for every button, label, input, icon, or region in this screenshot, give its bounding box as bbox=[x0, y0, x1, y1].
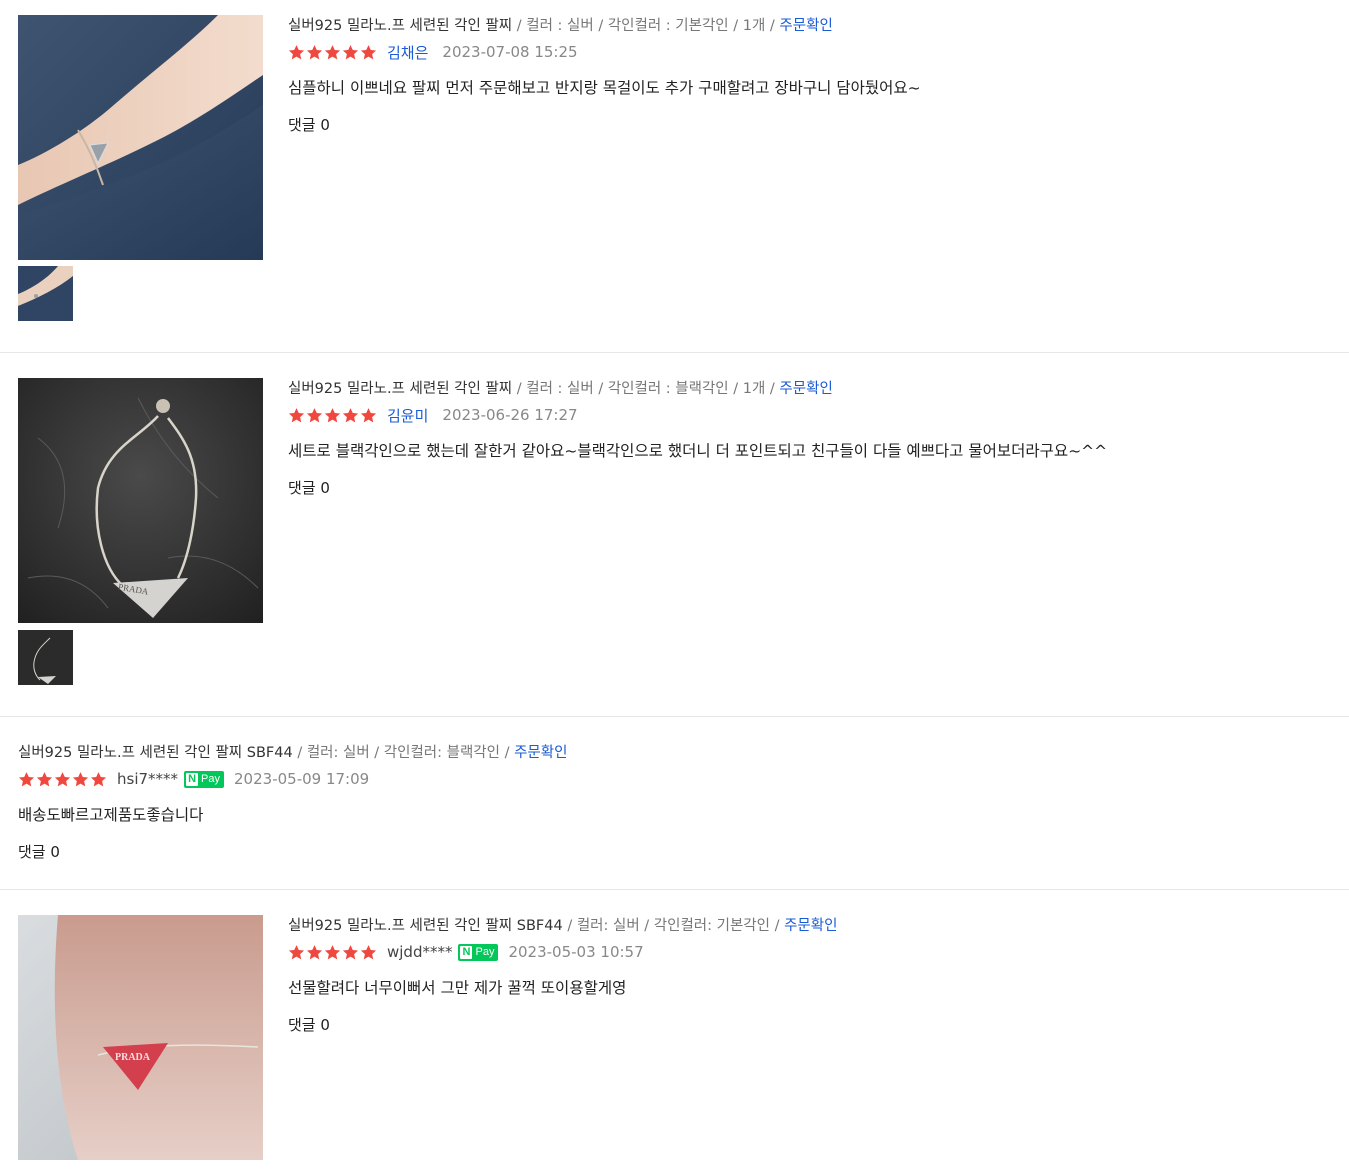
comment-count-link[interactable]: 댓글 0 bbox=[288, 477, 330, 499]
review-date: 2023-06-26 17:27 bbox=[442, 406, 578, 424]
star-icon bbox=[342, 44, 359, 59]
reviewer-name: wjdd**** bbox=[387, 943, 453, 961]
star-icon bbox=[360, 944, 377, 959]
star-icon bbox=[324, 44, 341, 59]
review-divider bbox=[0, 716, 1349, 717]
rating-stars bbox=[288, 44, 377, 61]
review-date: 2023-05-09 17:09 bbox=[234, 770, 370, 788]
npay-badge: N Pay bbox=[458, 943, 499, 961]
star-icon bbox=[54, 771, 71, 786]
npay-badge: N Pay bbox=[184, 770, 225, 788]
product-options: 컬러 : 실버 / 각인컬러 : 기본각인 / 1개 bbox=[526, 18, 766, 34]
product-options: 컬러 : 실버 / 각인컬러 : 블랙각인 / 1개 bbox=[526, 381, 766, 397]
star-icon bbox=[306, 44, 323, 59]
star-icon bbox=[288, 944, 305, 959]
star-icon bbox=[288, 407, 305, 422]
product-options: 컬러: 실버 / 각인컬러: 기본각인 bbox=[576, 918, 770, 934]
rating-stars bbox=[18, 771, 107, 788]
star-icon bbox=[18, 771, 35, 786]
star-icon bbox=[324, 944, 341, 959]
npay-label: Pay bbox=[475, 946, 495, 958]
product-name: 실버925 밀라노.프 세련된 각인 팔찌 SBF44 bbox=[288, 918, 563, 934]
comment-count-link[interactable]: 댓글 0 bbox=[288, 1014, 330, 1036]
review-divider bbox=[0, 352, 1349, 353]
review-photo-thumbnail[interactable] bbox=[18, 630, 73, 685]
star-icon bbox=[360, 407, 377, 422]
star-icon bbox=[324, 407, 341, 422]
order-confirm-link[interactable]: 주문확인 bbox=[779, 381, 832, 397]
star-icon bbox=[342, 944, 359, 959]
product-name: 실버925 밀라노.프 세련된 각인 팔찌 bbox=[288, 381, 513, 397]
order-confirm-link[interactable]: 주문확인 bbox=[514, 745, 567, 761]
star-icon bbox=[342, 407, 359, 422]
rating-stars bbox=[288, 944, 377, 961]
comment-count-link[interactable]: 댓글 0 bbox=[288, 114, 330, 136]
comment-count-link[interactable]: 댓글 0 bbox=[18, 841, 60, 863]
star-icon bbox=[90, 771, 107, 786]
photo-stamp-text: PRADA bbox=[115, 1052, 151, 1063]
product-option-line: 실버925 밀라노.프 세련된 각인 팔찌 / 컬러 : 실버 / 각인컬러 :… bbox=[288, 18, 833, 34]
order-confirm-link[interactable]: 주문확인 bbox=[779, 18, 832, 34]
reviewer-name: hsi7**** bbox=[117, 770, 179, 788]
star-icon bbox=[36, 771, 53, 786]
review-photo[interactable]: PRADA bbox=[18, 915, 263, 1160]
review-photo[interactable] bbox=[18, 15, 263, 260]
product-options: 컬러: 실버 / 각인컬러: 블랙각인 bbox=[306, 745, 500, 761]
star-icon bbox=[306, 407, 323, 422]
review-text: 심플하니 이쁘네요 팔찌 먼저 주문해보고 반지랑 목걸이도 추가 구매할려고 … bbox=[288, 79, 921, 97]
star-icon bbox=[72, 771, 89, 786]
order-confirm-link[interactable]: 주문확인 bbox=[784, 918, 837, 934]
review-date: 2023-05-03 10:57 bbox=[508, 943, 644, 961]
reviewer-name[interactable]: 김채은 bbox=[387, 42, 428, 63]
star-icon bbox=[288, 44, 305, 59]
review-text: 배송도빠르고제품도좋습니다 bbox=[18, 806, 204, 824]
product-name: 실버925 밀라노.프 세련된 각인 팔찌 SBF44 bbox=[18, 745, 293, 761]
star-icon bbox=[306, 944, 323, 959]
review-photo-thumbnail[interactable] bbox=[18, 266, 73, 321]
product-name: 실버925 밀라노.프 세련된 각인 팔찌 bbox=[288, 18, 513, 34]
review-divider bbox=[0, 889, 1349, 890]
product-option-line: 실버925 밀라노.프 세련된 각인 팔찌 SBF44 / 컬러: 실버 / 각… bbox=[288, 918, 838, 934]
npay-label: Pay bbox=[201, 773, 221, 785]
reviewer-name[interactable]: 김윤미 bbox=[387, 405, 428, 426]
product-option-line: 실버925 밀라노.프 세련된 각인 팔찌 SBF44 / 컬러: 실버 / 각… bbox=[18, 745, 568, 761]
review-text: 선물할려다 너무이뻐서 그만 제가 꿀꺽 또이용할게영 bbox=[288, 979, 627, 997]
product-option-line: 실버925 밀라노.프 세련된 각인 팔찌 / 컬러 : 실버 / 각인컬러 :… bbox=[288, 381, 833, 397]
review-date: 2023-07-08 15:25 bbox=[442, 43, 578, 61]
review-photo[interactable]: PRADA bbox=[18, 378, 263, 623]
review-text: 세트로 블랙각인으로 했는데 잘한거 같아요~블랙각인으로 했더니 더 포인트되… bbox=[288, 442, 1108, 460]
star-icon bbox=[360, 44, 377, 59]
rating-stars bbox=[288, 407, 377, 424]
